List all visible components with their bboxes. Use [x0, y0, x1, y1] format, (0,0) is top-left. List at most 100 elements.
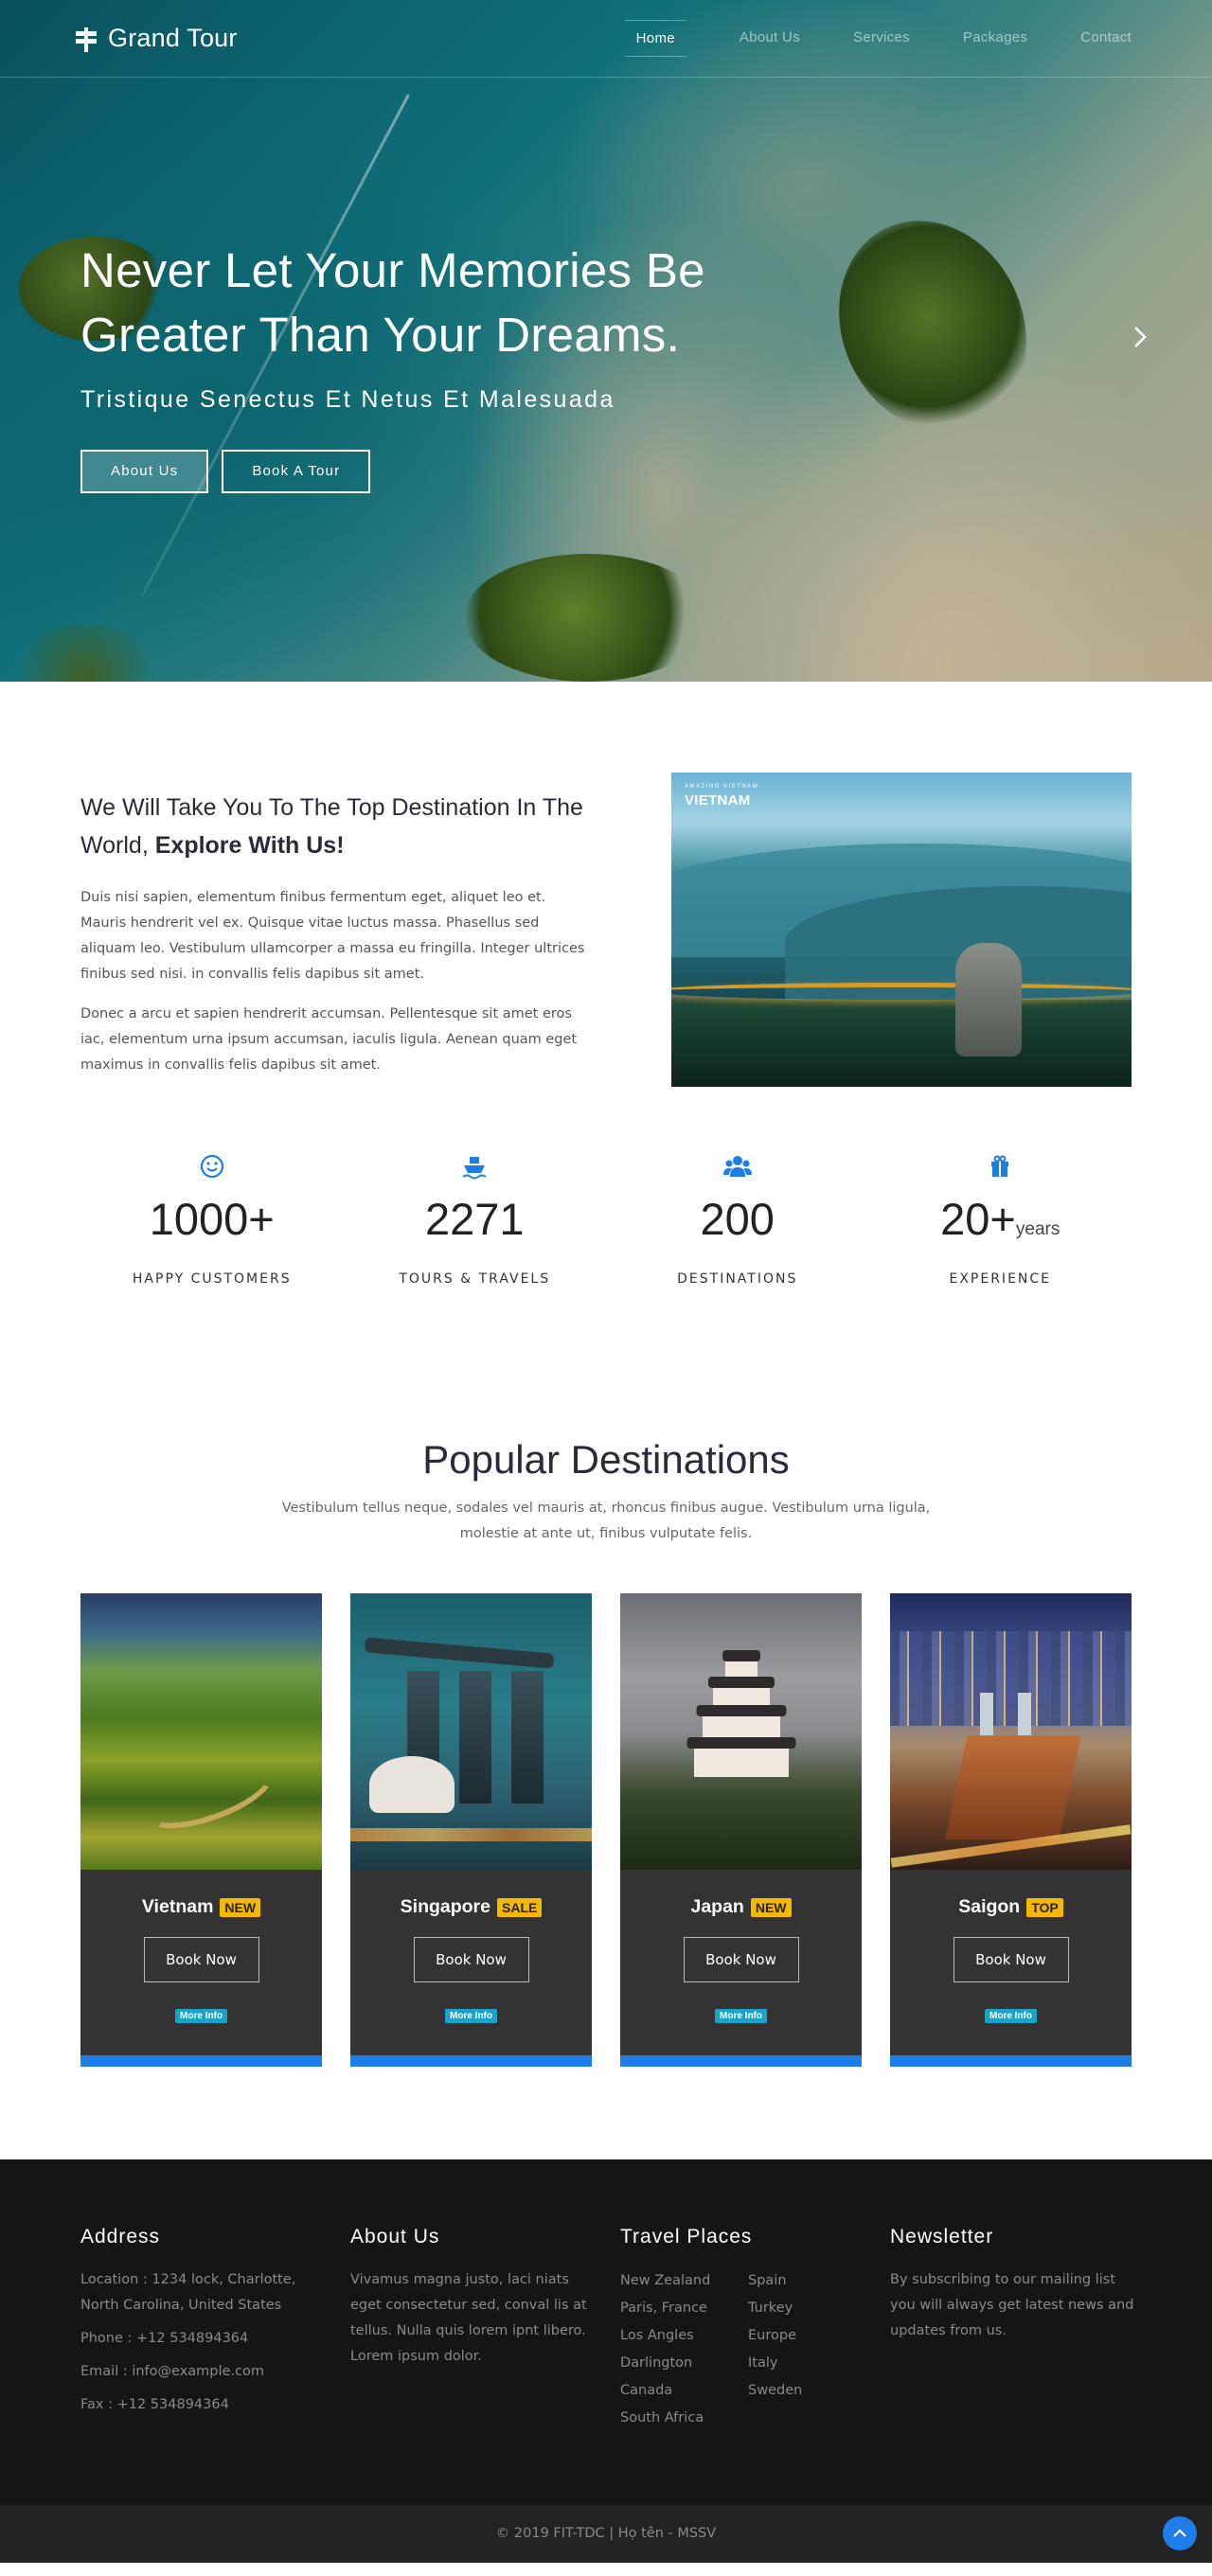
more-info-link[interactable]: More Info	[175, 2009, 227, 2023]
chevron-up-icon	[1173, 2529, 1186, 2537]
book-now-button[interactable]: Book Now	[413, 1937, 529, 1982]
card-accent-bar	[620, 2055, 862, 2067]
nav-contact[interactable]: Contact	[1080, 20, 1132, 57]
stat-number: 2271	[424, 1194, 525, 1244]
photo-caption: VIETNAM	[685, 792, 751, 808]
destination-card: Singapore SALE Book Now More Info	[350, 1593, 592, 2067]
hero-title-line2: Greater Than Your Dreams.	[80, 308, 681, 362]
card-title: Vietnam NEW	[80, 1896, 322, 1918]
stat-experience: 20+years EXPERIENCE	[869, 1152, 1132, 1287]
stone-hand	[955, 943, 1022, 1057]
footer-about-title: About Us	[350, 2226, 440, 2247]
about-us-button[interactable]: About Us	[80, 450, 209, 493]
brand-logo[interactable]: Grand Tour	[74, 24, 238, 53]
destination-card: Vietnam NEW Book Now More Info	[80, 1593, 322, 2067]
status-badge: NEW	[750, 1897, 792, 1917]
hero-section: Grand Tour Home About Us Services Packag…	[0, 0, 1212, 682]
destination-photo	[80, 1593, 322, 1870]
destination-card: Saigon TOP Book Now More Info	[890, 1593, 1132, 2067]
more-info-link[interactable]: More Info	[985, 2009, 1037, 2023]
place-link[interactable]: Darlington	[620, 2350, 748, 2377]
users-icon	[722, 1152, 752, 1181]
footer-newsletter: Newsletter By subscribing to our mailing…	[890, 2226, 1136, 2344]
more-info-link[interactable]: More Info	[715, 2009, 767, 2023]
place-link[interactable]: Europe	[748, 2322, 876, 2350]
place-link[interactable]: Canada	[620, 2377, 748, 2405]
signpost-icon	[74, 26, 98, 52]
footer-about-text: Vivamus magna justo, laci niats eget con…	[350, 2272, 587, 2364]
destination-cards: Vietnam NEW Book Now More Info Singapore	[80, 1593, 1132, 2067]
card-accent-bar	[890, 2055, 1132, 2067]
place-link[interactable]: New Zealand	[620, 2267, 748, 2295]
book-now-button[interactable]: Book Now	[953, 1937, 1069, 1982]
golden-bridge	[671, 983, 1132, 1000]
stat-label: DESTINATIONS	[677, 1271, 798, 1287]
book-now-button[interactable]: Book Now	[143, 1937, 259, 1982]
place-link[interactable]: Spain	[748, 2267, 876, 2295]
nav-about-us[interactable]: About Us	[740, 20, 800, 57]
footer-address: Address Location : 1234 lock, Charlotte,…	[80, 2226, 317, 2418]
back-to-top-button[interactable]	[1163, 2516, 1197, 2550]
stat-label: TOURS & TRAVELS	[399, 1271, 551, 1287]
copyright-bar: © 2019 FIT-TDC | Họ tên - MSSV	[0, 2505, 1212, 2563]
footer-address-title: Address	[80, 2226, 161, 2247]
chevron-right-icon[interactable]	[1123, 320, 1157, 354]
stat-destinations: 200 DESTINATIONS	[606, 1152, 869, 1287]
book-tour-button[interactable]: Book A Tour	[222, 450, 371, 493]
footer: Address Location : 1234 lock, Charlotte,…	[0, 2159, 1212, 2505]
place-link[interactable]: Paris, France	[620, 2295, 748, 2322]
place-link[interactable]: Sweden	[748, 2377, 876, 2405]
about-heading: We Will Take You To The Top Destination …	[80, 789, 592, 864]
stat-number: 200	[700, 1194, 775, 1244]
photo-caption-small: AMAZING VIETNAM	[685, 784, 759, 790]
place-link[interactable]: Los Angles	[620, 2322, 748, 2350]
about-paragraph-1: Duis nisi sapien, elementum finibus ferm…	[80, 890, 585, 982]
card-body: Japan NEW Book Now More Info	[620, 1870, 862, 2055]
nav-packages[interactable]: Packages	[963, 20, 1027, 57]
footer-about: About Us Vivamus magna justo, laci niats…	[350, 2226, 587, 2370]
destination-card: Japan NEW Book Now More Info	[620, 1593, 862, 2067]
footer-location: Location : 1234 lock, Charlotte, North C…	[80, 2272, 296, 2313]
stat-happy-customers: 1000+ HAPPY CUSTOMERS	[80, 1152, 344, 1287]
nav-services[interactable]: Services	[853, 20, 910, 57]
smile-icon	[198, 1152, 226, 1181]
stat-label: EXPERIENCE	[949, 1271, 1052, 1287]
footer-fax: Fax : +12 534894364	[80, 2397, 229, 2412]
card-body: Saigon TOP Book Now More Info	[890, 1870, 1132, 2055]
place-link[interactable]: Italy	[748, 2350, 876, 2377]
navbar: Grand Tour Home About Us Services Packag…	[0, 0, 1212, 78]
stat-label: HAPPY CUSTOMERS	[132, 1271, 292, 1287]
about-heading-strong: Explore With Us!	[154, 832, 345, 859]
book-now-button[interactable]: Book Now	[683, 1937, 799, 1982]
destination-photo	[350, 1593, 592, 1870]
hero-buttons: About Us Book A Tour	[80, 450, 819, 493]
destinations-title: Popular Destinations	[422, 1437, 790, 1482]
card-accent-bar	[350, 2055, 592, 2067]
place-link[interactable]: South Africa	[620, 2405, 748, 2432]
footer-email[interactable]: Email : info@example.com	[80, 2359, 317, 2385]
hero-title: Never Let Your Memories Be Greater Than …	[80, 239, 819, 367]
about-section: We Will Take You To The Top Destination …	[0, 682, 1212, 1297]
place-link[interactable]: Turkey	[748, 2295, 876, 2322]
card-title: Saigon TOP	[890, 1896, 1132, 1918]
card-accent-bar	[80, 2055, 322, 2067]
card-title: Singapore SALE	[350, 1896, 592, 1918]
copyright-text: © 2019 FIT-TDC | Họ tên - MSSV	[495, 2526, 717, 2541]
destination-name: Singapore	[400, 1896, 490, 1917]
footer-phone: Phone : +12 534894364	[80, 2331, 249, 2346]
stats-row: 1000+ HAPPY CUSTOMERS 2271 TOURS & TRAVE…	[80, 1152, 1132, 1287]
destination-photo	[890, 1593, 1132, 1870]
footer-places-title: Travel Places	[620, 2226, 753, 2247]
more-info-link[interactable]: More Info	[445, 2009, 497, 2023]
card-body: Vietnam NEW Book Now More Info	[80, 1870, 322, 2055]
footer-travel-places: Travel Places New Zealand Paris, France …	[620, 2226, 876, 2432]
about-text: We Will Take You To The Top Destination …	[80, 789, 592, 1078]
ship-icon	[460, 1152, 489, 1181]
stat-number: 20+years	[940, 1194, 1060, 1244]
vietnam-photo: AMAZING VIETNAM VIETNAM	[671, 773, 1132, 1087]
brand-name: Grand Tour	[108, 24, 238, 52]
status-badge: SALE	[497, 1897, 543, 1917]
nav-home[interactable]: Home	[624, 20, 686, 57]
destinations-section: Popular Destinations Vestibulum tellus n…	[0, 1297, 1212, 2159]
nav-menu: Home About Us Services Packages Contact	[624, 20, 1132, 57]
